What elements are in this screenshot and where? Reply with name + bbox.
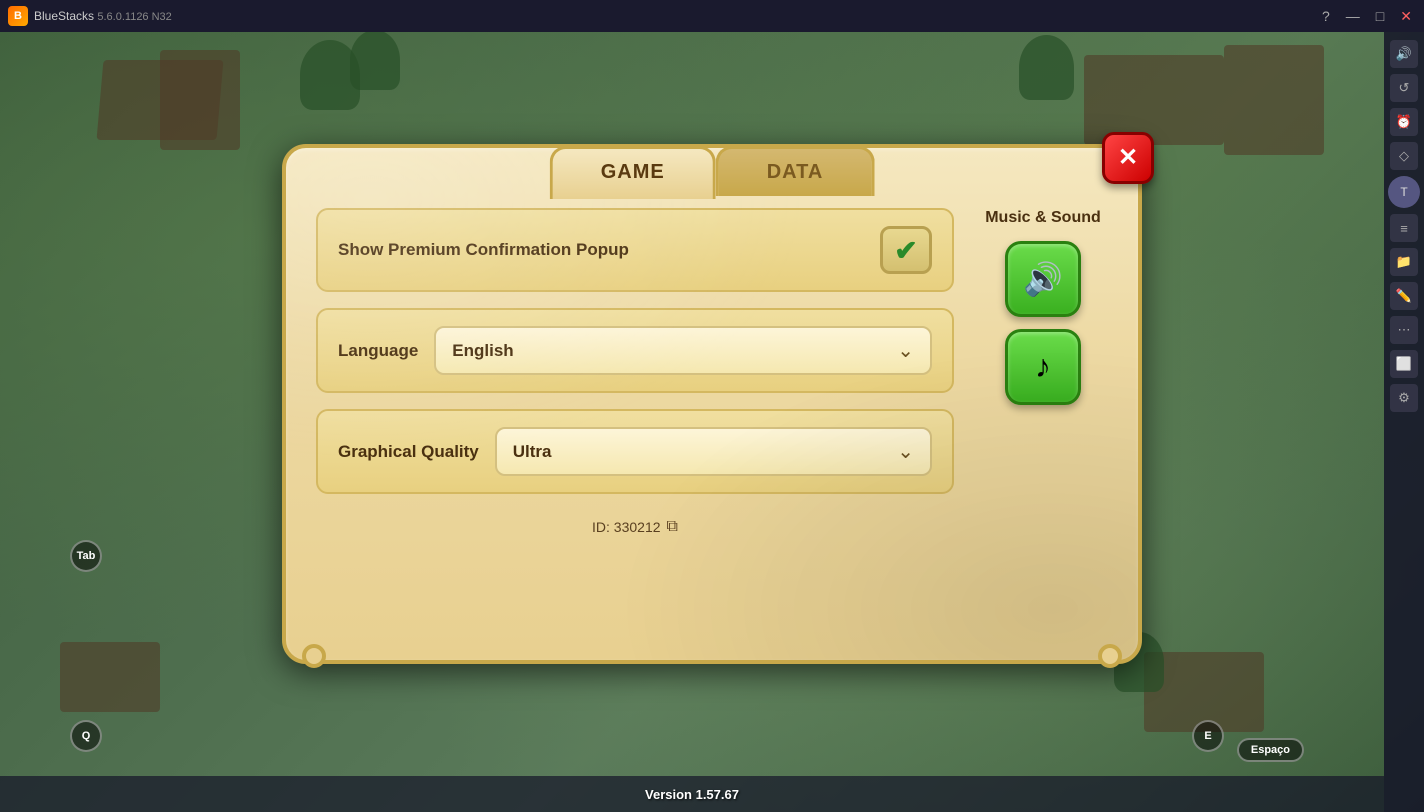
- close-window-btn[interactable]: ✕: [1396, 8, 1416, 25]
- premium-popup-checkbox[interactable]: ✔: [880, 226, 932, 274]
- modal-content: Show Premium Confirmation Popup ✔ Langua…: [286, 148, 1138, 566]
- language-dropdown-arrow: ⌄: [897, 338, 914, 363]
- tab-game[interactable]: GAME: [550, 146, 716, 199]
- app-logo: B: [8, 6, 28, 26]
- window-controls: ? — □ ✕: [1318, 8, 1416, 25]
- premium-popup-label: Show Premium Confirmation Popup: [338, 240, 629, 260]
- language-setting: Language English ⌄: [316, 308, 954, 393]
- graphical-quality-dropdown-arrow: ⌄: [897, 439, 914, 464]
- music-icon: ♪: [1035, 348, 1051, 385]
- version-text: Version 1.57.67: [645, 787, 739, 802]
- sound-toggle-button[interactable]: 🔊: [1005, 241, 1081, 317]
- graphical-quality-label: Graphical Quality: [338, 442, 479, 462]
- close-modal-icon: ✕: [1118, 146, 1138, 170]
- graphical-quality-setting: Graphical Quality Ultra ⌄: [316, 409, 954, 494]
- sound-on-icon: 🔊: [1023, 260, 1063, 298]
- settings-right-panel: Music & Sound 🔊 ♪: [978, 208, 1108, 536]
- graphical-quality-value: Ultra: [513, 442, 552, 462]
- minimize-btn[interactable]: —: [1342, 8, 1364, 24]
- graphical-quality-dropdown[interactable]: Ultra ⌄: [495, 427, 932, 476]
- settings-modal-overlay: GAME DATA ✕ Show Premium Confirmation Po…: [0, 32, 1424, 776]
- help-btn[interactable]: ?: [1318, 8, 1334, 24]
- language-label: Language: [338, 341, 418, 361]
- premium-popup-checkbox-container: ✔: [880, 226, 932, 274]
- checkmark-icon: ✔: [894, 234, 917, 267]
- player-id-text: ID: 330212: [592, 519, 661, 535]
- modal-curl-left: [302, 644, 326, 668]
- titlebar: B BlueStacks 5.6.0.1126 N32 ? — □ ✕: [0, 0, 1424, 32]
- close-modal-button[interactable]: ✕: [1102, 132, 1154, 184]
- sound-title: Music & Sound: [985, 208, 1101, 229]
- language-value: English: [452, 341, 513, 361]
- maximize-btn[interactable]: □: [1372, 8, 1388, 24]
- modal-tabs: GAME DATA: [550, 146, 875, 196]
- player-id-container: ID: 330212 ⧉: [316, 518, 954, 536]
- settings-modal: GAME DATA ✕ Show Premium Confirmation Po…: [282, 144, 1142, 664]
- settings-left-panel: Show Premium Confirmation Popup ✔ Langua…: [316, 208, 954, 536]
- premium-popup-setting: Show Premium Confirmation Popup ✔: [316, 208, 954, 292]
- bottom-bar: Version 1.57.67: [0, 776, 1384, 812]
- music-toggle-button[interactable]: ♪: [1005, 329, 1081, 405]
- tab-data[interactable]: DATA: [716, 146, 875, 196]
- app-title: BlueStacks 5.6.0.1126 N32: [34, 9, 172, 23]
- modal-curl-right: [1098, 644, 1122, 668]
- language-dropdown[interactable]: English ⌄: [434, 326, 932, 375]
- copy-id-button[interactable]: ⧉: [667, 518, 678, 536]
